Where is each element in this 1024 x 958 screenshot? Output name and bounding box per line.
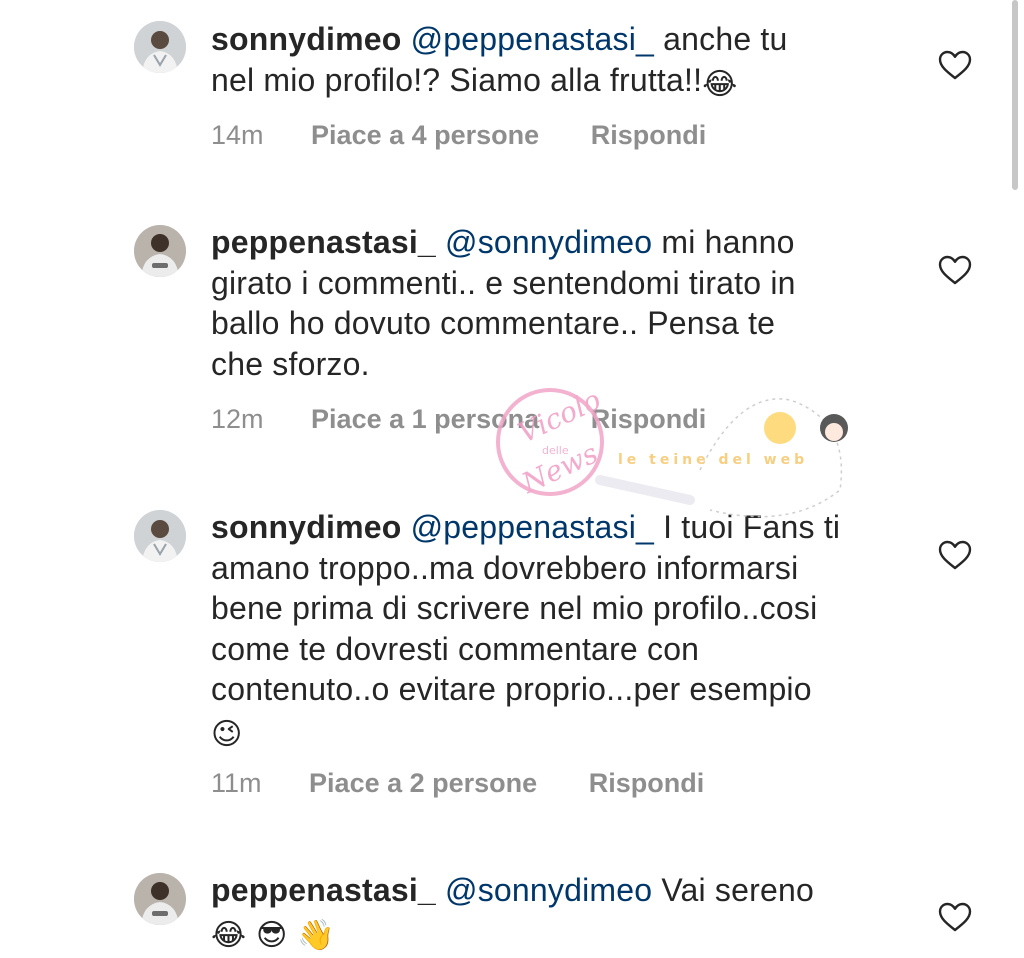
comment-3: sonnydimeo @peppenastasi_ I tuoi Fans ti… bbox=[0, 490, 1024, 830]
comment-text-line: amano troppo..ma dovrebbero informarsi bbox=[211, 549, 799, 586]
comment-text: peppenastasi_ @sonnydimeo mi hanno girat… bbox=[211, 222, 911, 384]
comment-likes-link[interactable]: Piace a 1 persona bbox=[311, 404, 539, 435]
winking-face-emoji-icon: 😉 bbox=[211, 716, 243, 752]
comment-text-line: I tuoi Fans ti bbox=[663, 509, 841, 545]
emoji-group-icon: 😂 😎 👋 bbox=[211, 917, 335, 953]
comment-text-line: anche tu bbox=[663, 21, 788, 57]
comment-meta: 14m Piace a 4 persone Rispondi bbox=[211, 120, 706, 151]
avatar-photo bbox=[134, 510, 186, 562]
comment-text-line: nel mio profilo!? Siamo alla frutta!! bbox=[211, 61, 703, 98]
comment-text-line: come te dovresti commentare con bbox=[211, 630, 700, 667]
comment-text-line: bene prima di scrivere nel mio profilo..… bbox=[211, 590, 818, 626]
comment-text-line: contenuto..o evitare proprio...per esemp… bbox=[211, 671, 812, 707]
comment-text-line: ballo ho dovuto commentare.. Pensa te bbox=[211, 305, 776, 341]
comment-text: sonnydimeo @peppenastasi_ I tuoi Fans ti… bbox=[211, 507, 911, 750]
comment-meta: 11m Piace a 2 persone Rispondi bbox=[211, 768, 704, 799]
laughing-tears-emoji-icon: 😂 bbox=[702, 66, 738, 102]
comment-text: sonnydimeo @peppenastasi_ anche tu nel m… bbox=[211, 19, 911, 100]
comment-likes-link[interactable]: Piace a 4 persone bbox=[311, 120, 539, 151]
comment-text-line: che sforzo. bbox=[211, 345, 370, 382]
comment-time: 14m bbox=[211, 120, 264, 150]
comment-text: peppenastasi_ @sonnydimeo Vai sereno 😂 😎… bbox=[211, 870, 911, 951]
comment-username[interactable]: sonnydimeo bbox=[211, 509, 401, 545]
reply-button[interactable]: Rispondi bbox=[591, 120, 707, 151]
avatar[interactable] bbox=[134, 873, 186, 925]
comment-text-line: girato i commenti.. e sentendomi tirato … bbox=[211, 264, 796, 301]
comment-mention[interactable]: @sonnydimeo bbox=[445, 872, 652, 908]
comment-mention[interactable]: @peppenastasi_ bbox=[411, 21, 654, 57]
comment-text-line: Vai sereno bbox=[661, 872, 814, 908]
scrollbar[interactable] bbox=[1012, 0, 1018, 190]
comment-likes-link[interactable]: Piace a 2 persone bbox=[309, 768, 537, 799]
reply-button[interactable]: Rispondi bbox=[591, 404, 707, 435]
avatar-photo bbox=[134, 873, 186, 925]
comment-mention[interactable]: @sonnydimeo bbox=[445, 224, 652, 260]
comment-username[interactable]: sonnydimeo bbox=[211, 21, 401, 57]
comment-2: peppenastasi_ @sonnydimeo mi hanno girat… bbox=[0, 200, 1024, 470]
avatar[interactable] bbox=[134, 225, 186, 277]
comment-username[interactable]: peppenastasi_ bbox=[211, 872, 436, 908]
comment-mention[interactable]: @peppenastasi_ bbox=[411, 509, 654, 545]
comment-text-line: mi hanno bbox=[661, 224, 795, 260]
heart-icon[interactable] bbox=[938, 255, 972, 285]
reply-button[interactable]: Rispondi bbox=[589, 768, 705, 799]
comment-time: 11m bbox=[211, 768, 262, 798]
avatar-photo bbox=[134, 21, 186, 73]
comment-username[interactable]: peppenastasi_ bbox=[211, 224, 436, 260]
comment-1: sonnydimeo @peppenastasi_ anche tu nel m… bbox=[0, 0, 1024, 190]
heart-icon[interactable] bbox=[938, 540, 972, 570]
comment-time: 12m bbox=[211, 404, 264, 434]
avatar[interactable] bbox=[134, 21, 186, 73]
heart-icon[interactable] bbox=[938, 50, 972, 80]
avatar-photo bbox=[134, 225, 186, 277]
comment-4: peppenastasi_ @sonnydimeo Vai sereno 😂 😎… bbox=[0, 855, 1024, 958]
avatar[interactable] bbox=[134, 510, 186, 562]
heart-icon[interactable] bbox=[938, 902, 972, 932]
comment-meta: 12m Piace a 1 persona Rispondi bbox=[211, 404, 706, 435]
